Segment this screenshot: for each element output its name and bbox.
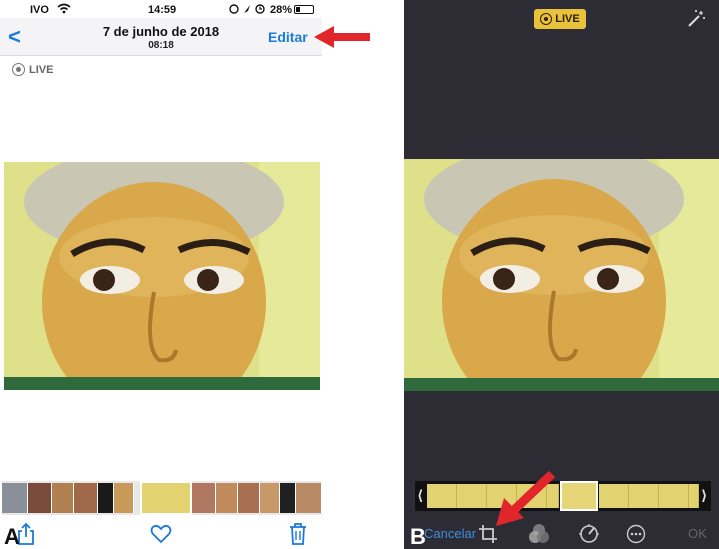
filmstrip-thumb[interactable] <box>98 483 114 513</box>
filmstrip-thumb[interactable] <box>238 483 260 513</box>
scrubber-frame <box>659 484 689 508</box>
magic-wand-icon[interactable] <box>686 9 706 29</box>
live-toggle-button[interactable]: LIVE <box>534 9 586 29</box>
filmstrip-thumb[interactable] <box>280 483 296 513</box>
panel-label: A <box>4 524 20 549</box>
navigation-bar: < 7 de junho de 2018 08:18 Editar <box>0 18 322 56</box>
viewer-toolbar <box>0 518 322 549</box>
photo-editor-panel: LIVE ⟨ ⟩ Cancelar OK B <box>404 0 719 549</box>
live-photo-badge: LIVE <box>12 63 53 76</box>
scrubber-frame <box>427 484 457 508</box>
filmstrip-thumb[interactable] <box>52 483 74 513</box>
figure: IVO 14:59 28% < 7 de junho de 2018 08:18… <box>0 0 719 549</box>
cancel-button[interactable]: Cancelar <box>424 526 476 541</box>
live-label: LIVE <box>555 13 580 25</box>
trash-icon[interactable] <box>288 522 308 546</box>
photo-viewer-panel: IVO 14:59 28% < 7 de junho de 2018 08:18… <box>0 0 370 549</box>
panel-label: B <box>410 524 426 549</box>
editor-toolbar: Cancelar OK <box>404 518 719 549</box>
carrier-name: IVO <box>30 4 49 16</box>
scrubber-frame <box>689 484 699 508</box>
photo-filmstrip[interactable] <box>2 481 322 515</box>
more-icon[interactable] <box>626 524 646 544</box>
scrubber-frame <box>457 484 487 508</box>
live-icon <box>12 63 25 76</box>
scrubber-key-frame[interactable] <box>560 481 598 511</box>
scrubber-left-handle-icon[interactable]: ⟨ <box>417 487 423 504</box>
filmstrip-thumb[interactable] <box>114 483 134 513</box>
filmstrip-thumb[interactable] <box>74 483 98 513</box>
filmstrip-thumb[interactable] <box>216 483 238 513</box>
filmstrip-thumb[interactable] <box>296 483 322 513</box>
scrubber-frame <box>599 484 629 508</box>
live-icon <box>540 13 553 25</box>
ok-button[interactable]: OK <box>688 526 707 541</box>
face-photo <box>4 162 320 390</box>
filmstrip-thumb[interactable] <box>28 483 52 513</box>
status-bar: IVO 14:59 28% <box>0 0 322 18</box>
annotation-arrow <box>496 470 556 526</box>
battery-percent: 28% <box>270 4 293 16</box>
status-icons <box>229 4 265 14</box>
status-time: 14:59 <box>148 4 177 16</box>
face-photo-editing <box>404 159 719 391</box>
annotation-arrow <box>314 26 370 48</box>
filmstrip-thumb[interactable] <box>260 483 280 513</box>
scrubber-right-handle-icon[interactable]: ⟩ <box>701 487 707 504</box>
battery-icon <box>294 5 314 14</box>
heart-icon[interactable] <box>150 524 172 544</box>
scrubber-frame <box>629 484 659 508</box>
live-label: LIVE <box>29 63 54 76</box>
wifi-icon <box>57 3 71 14</box>
filmstrip-thumb[interactable] <box>2 483 28 513</box>
adjust-dial-icon[interactable] <box>578 523 600 545</box>
filmstrip-selected-thumb[interactable] <box>140 481 192 515</box>
edit-button[interactable]: Editar <box>268 29 308 45</box>
filmstrip-thumb[interactable] <box>192 483 216 513</box>
live-frame-scrubber[interactable]: ⟨ ⟩ <box>415 481 711 511</box>
